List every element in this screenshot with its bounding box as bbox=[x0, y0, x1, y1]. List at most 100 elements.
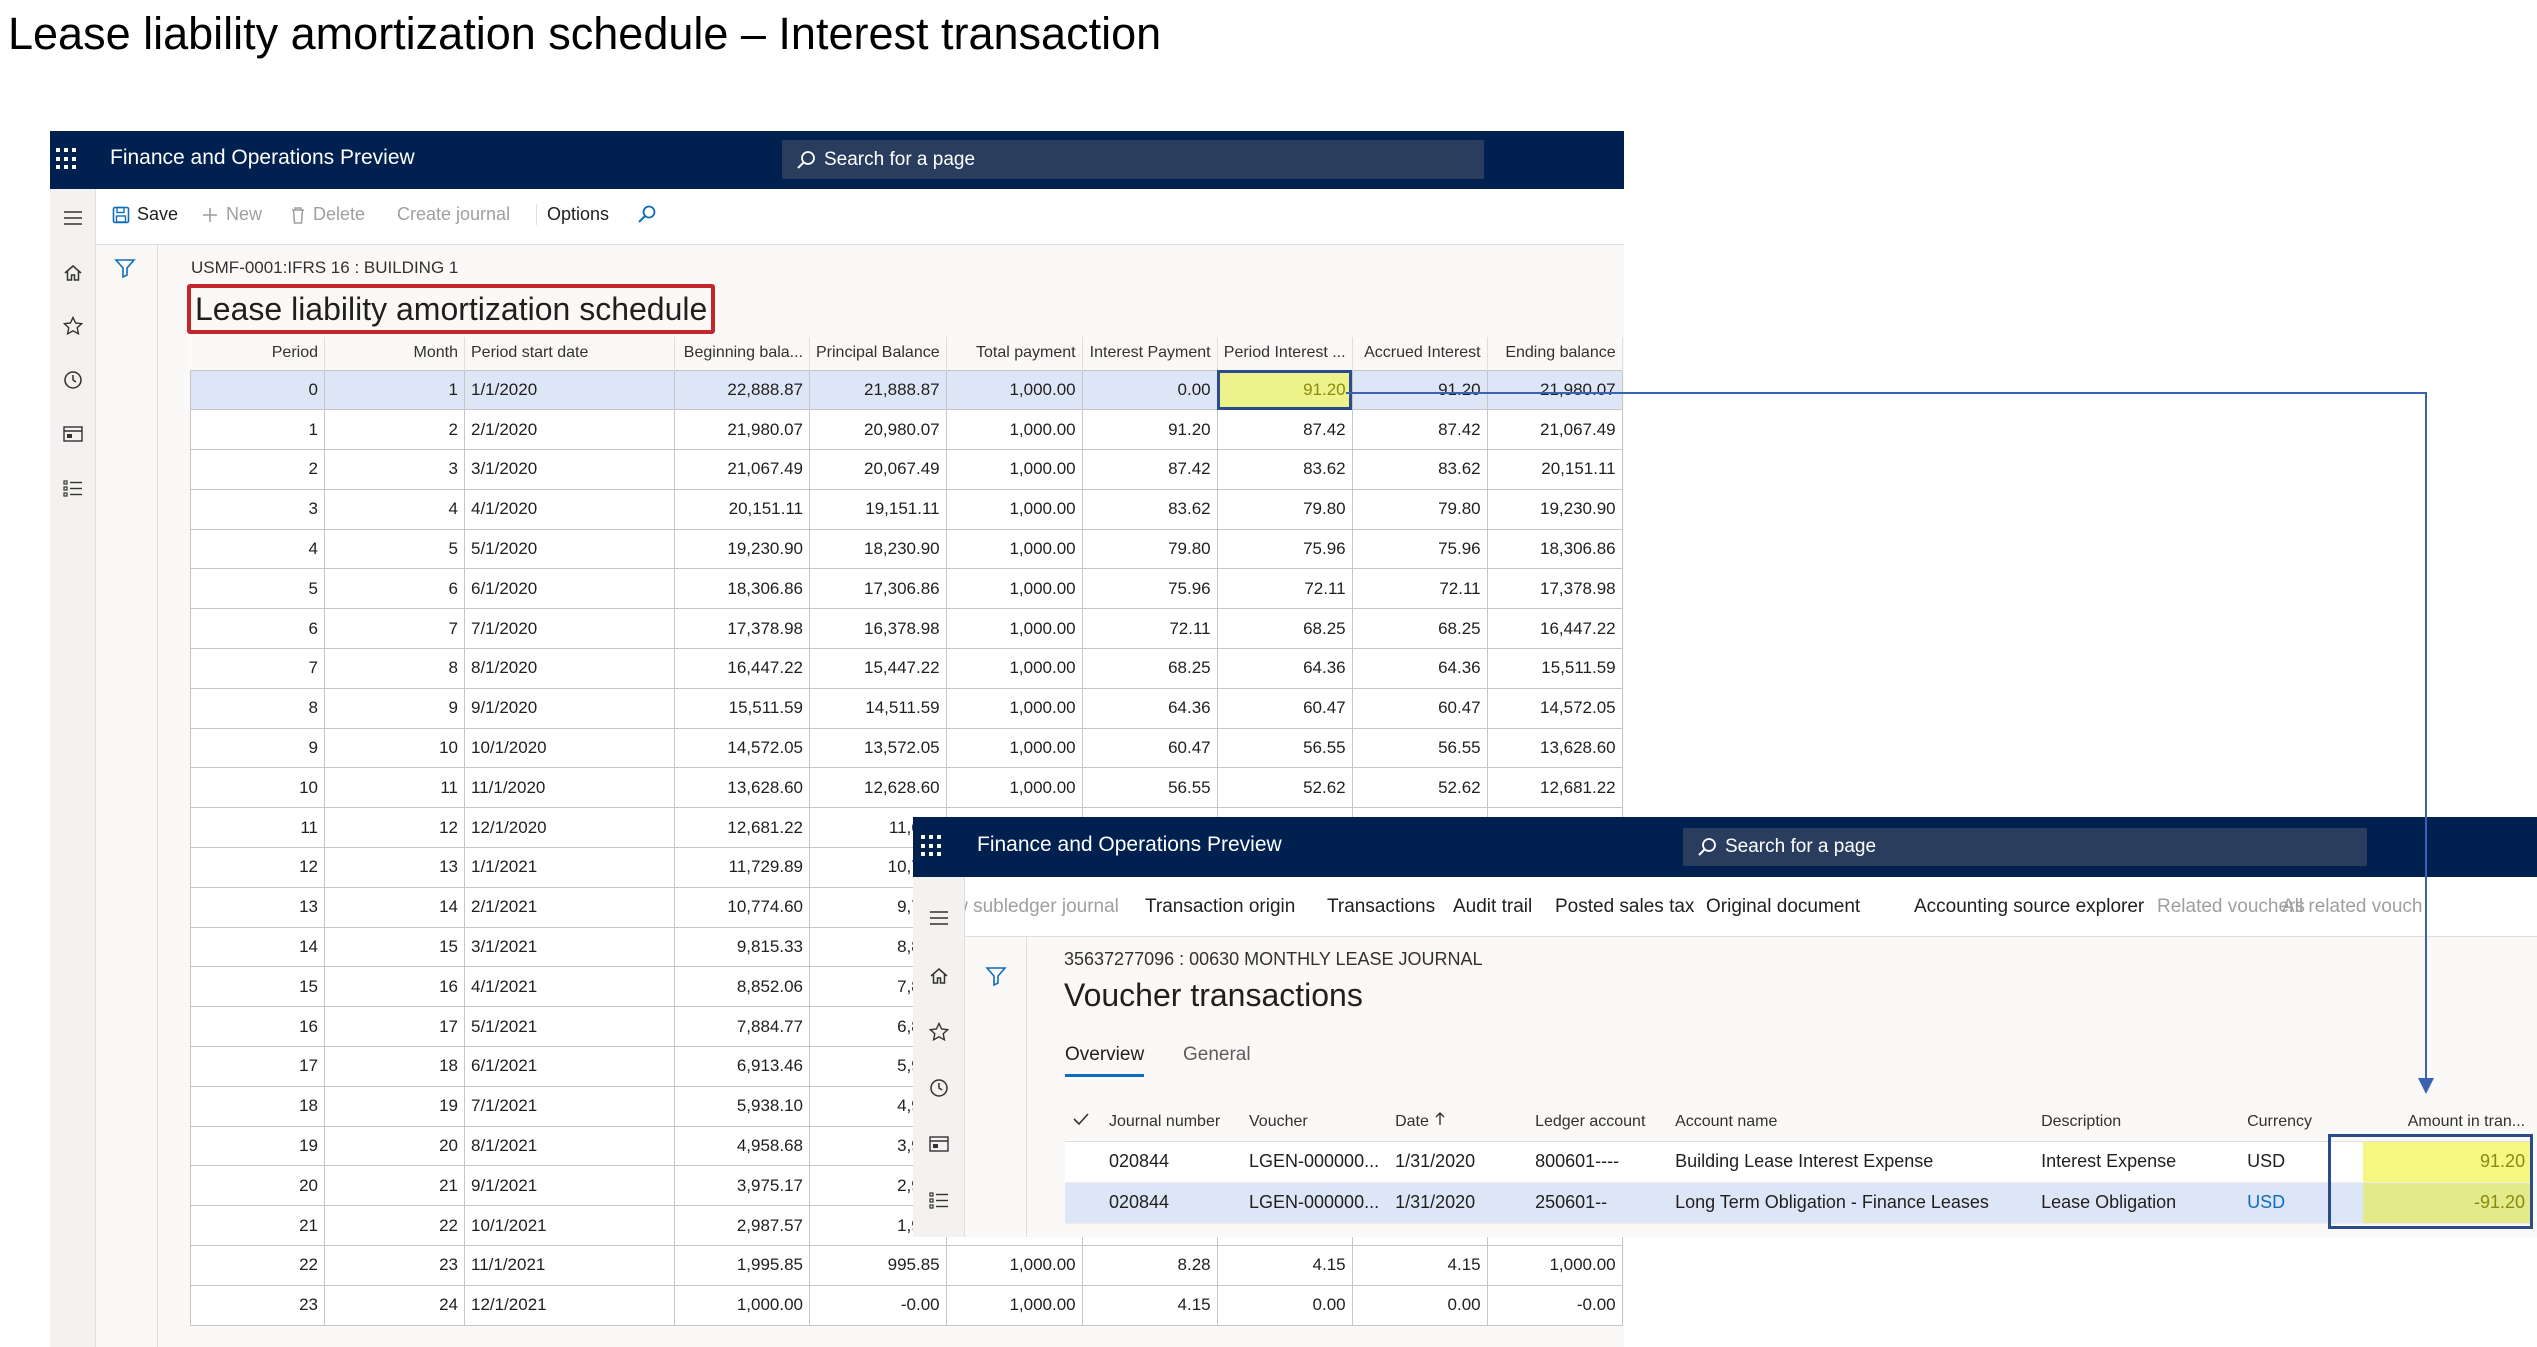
table-cell[interactable]: -91.20 bbox=[2363, 1182, 2534, 1224]
table-cell[interactable]: 75.96 bbox=[1351, 528, 1488, 570]
table-cell[interactable]: 60.47 bbox=[1081, 727, 1218, 769]
table-cell[interactable]: 0.00 bbox=[1216, 1284, 1353, 1326]
table-cell[interactable]: LGEN-000000... bbox=[1241, 1141, 1388, 1183]
table-cell[interactable]: 79.80 bbox=[1216, 488, 1353, 530]
column-header[interactable]: Description bbox=[2033, 1103, 2240, 1142]
table-cell[interactable]: 87.42 bbox=[1081, 449, 1218, 490]
table-cell[interactable]: 2 bbox=[324, 409, 465, 451]
table-cell[interactable]: -0.00 bbox=[809, 1284, 947, 1326]
table-cell[interactable]: 13 bbox=[190, 886, 325, 928]
clock-icon[interactable] bbox=[62, 369, 84, 391]
table-cell[interactable]: 1,000.00 bbox=[945, 488, 1083, 530]
table-cell[interactable]: 21,067.49 bbox=[674, 449, 810, 490]
table-cell[interactable]: 8/1/2020 bbox=[464, 648, 675, 689]
table-cell[interactable]: 1,000.00 bbox=[945, 409, 1083, 451]
table-cell[interactable]: 1,000.00 bbox=[945, 528, 1083, 570]
table-cell[interactable]: 21,980.07 bbox=[674, 409, 810, 451]
column-header[interactable]: Currency bbox=[2239, 1103, 2364, 1142]
table-cell[interactable]: 4/1/2021 bbox=[464, 966, 675, 1008]
table-cell[interactable]: 19 bbox=[190, 1125, 325, 1167]
table-cell[interactable]: 17,378.98 bbox=[674, 608, 810, 650]
table-cell[interactable]: Building Lease Interest Expense bbox=[1667, 1141, 2034, 1183]
column-header[interactable]: Accrued Interest bbox=[1352, 337, 1488, 370]
table-cell[interactable]: 9/1/2021 bbox=[464, 1165, 675, 1207]
table-cell[interactable]: Lease Obligation bbox=[2033, 1182, 2240, 1224]
table-cell[interactable]: 68.25 bbox=[1081, 648, 1218, 689]
table-cell[interactable]: 12/1/2020 bbox=[464, 807, 675, 849]
table-cell[interactable]: 19,151.11 bbox=[809, 488, 947, 530]
column-header[interactable]: Date bbox=[1387, 1103, 1528, 1142]
table-cell[interactable]: 1 bbox=[324, 369, 465, 411]
table-cell[interactable]: 12 bbox=[324, 807, 465, 849]
table-cell[interactable]: 56.55 bbox=[1081, 767, 1218, 809]
table-cell[interactable]: 18,306.86 bbox=[1486, 528, 1623, 570]
table-cell[interactable]: 64.36 bbox=[1081, 687, 1218, 729]
home-icon[interactable] bbox=[928, 965, 950, 987]
table-cell[interactable]: 020844 bbox=[1101, 1182, 1241, 1224]
table-cell[interactable]: 7,884.77 bbox=[674, 1006, 810, 1048]
options-tab[interactable]: Options bbox=[536, 204, 609, 225]
table-cell[interactable]: 79.80 bbox=[1351, 488, 1488, 530]
table-cell[interactable]: -0.00 bbox=[1486, 1284, 1623, 1326]
table-cell[interactable]: 13,572.05 bbox=[809, 727, 947, 769]
table-cell[interactable]: 79.80 bbox=[1081, 528, 1218, 570]
table-row[interactable]: 7 8 8/1/2020 16,447.22 15,447.22 1,000.00 68.2… bbox=[190, 648, 1623, 689]
table-cell[interactable]: 12/1/2021 bbox=[464, 1284, 675, 1326]
table-cell[interactable]: 7/1/2020 bbox=[464, 608, 675, 650]
table-cell[interactable]: 3 bbox=[324, 449, 465, 490]
table-cell[interactable]: 91.20 bbox=[1081, 409, 1218, 451]
table-cell[interactable]: 250601-- bbox=[1527, 1182, 1668, 1224]
table-cell[interactable]: 24 bbox=[324, 1284, 465, 1326]
table-cell[interactable]: 10,774.60 bbox=[674, 886, 810, 928]
table-cell[interactable]: 1/31/2020 bbox=[1387, 1182, 1528, 1224]
table-cell[interactable]: 9 bbox=[324, 687, 465, 729]
table-cell[interactable]: 21 bbox=[190, 1205, 325, 1247]
table-cell[interactable]: 6,913.46 bbox=[674, 1046, 810, 1087]
table-cell[interactable]: 19 bbox=[324, 1085, 465, 1127]
table-row[interactable]: 2 3 3/1/2020 21,067.49 20,067.49 1,000.00 87.4… bbox=[190, 449, 1623, 490]
table-cell[interactable]: 18 bbox=[190, 1085, 325, 1127]
table-cell[interactable]: USD bbox=[2239, 1182, 2364, 1224]
action-all-related-vouch[interactable]: All related vouch bbox=[2282, 896, 2422, 918]
column-header[interactable]: Principal Balance bbox=[809, 337, 947, 370]
table-cell[interactable]: 1,000.00 bbox=[945, 1245, 1083, 1286]
table-cell[interactable]: 17,378.98 bbox=[1486, 568, 1623, 610]
table-cell[interactable]: 52.62 bbox=[1216, 767, 1353, 809]
action-posted-sales-tax[interactable]: Posted sales tax bbox=[1555, 896, 1694, 918]
table-cell[interactable]: 4.15 bbox=[1216, 1245, 1353, 1286]
table-cell[interactable]: 87.42 bbox=[1216, 409, 1353, 451]
table-cell[interactable]: 3/1/2020 bbox=[464, 449, 675, 490]
table-cell[interactable]: 020844 bbox=[1101, 1141, 1241, 1183]
table-cell[interactable]: 16 bbox=[190, 1006, 325, 1048]
table-cell[interactable]: 21 bbox=[324, 1165, 465, 1207]
table-cell[interactable]: 15,511.59 bbox=[1486, 648, 1623, 689]
table-row[interactable]: 020844 LGEN-000000... 1/31/2020 800601---- B… bbox=[1065, 1141, 2534, 1183]
table-cell[interactable]: 1,000.00 bbox=[674, 1284, 810, 1326]
table-cell[interactable]: 6/1/2021 bbox=[464, 1046, 675, 1087]
table-cell[interactable]: 1,000.00 bbox=[945, 767, 1083, 809]
table-cell[interactable]: 4.15 bbox=[1351, 1245, 1488, 1286]
table-cell[interactable]: 1,000.00 bbox=[945, 608, 1083, 650]
table-row[interactable]: 0 1 1/1/2020 22,888.87 21,888.87 1,000.00 0.00… bbox=[190, 369, 1623, 411]
table-cell[interactable]: 10 bbox=[190, 767, 325, 809]
table-cell[interactable]: 22 bbox=[324, 1205, 465, 1247]
table-cell[interactable]: 7 bbox=[190, 648, 325, 689]
table-cell[interactable]: Interest Expense bbox=[2033, 1141, 2240, 1183]
table-cell[interactable]: 8 bbox=[324, 648, 465, 689]
table-cell[interactable]: 0 bbox=[190, 369, 325, 411]
table-cell[interactable]: 15,511.59 bbox=[674, 687, 810, 729]
table-cell[interactable]: 13 bbox=[324, 847, 465, 888]
row-selector[interactable] bbox=[1065, 1141, 1101, 1183]
row-selector[interactable] bbox=[1065, 1182, 1101, 1224]
filter-icon[interactable] bbox=[985, 965, 1007, 992]
table-cell[interactable]: 64.36 bbox=[1351, 648, 1488, 689]
table-cell[interactable]: 10 bbox=[324, 727, 465, 769]
tab-general[interactable]: General bbox=[1183, 1044, 1251, 1074]
star-icon[interactable] bbox=[62, 315, 84, 337]
column-header[interactable]: Ledger account bbox=[1527, 1103, 1668, 1142]
table-cell[interactable]: 72.11 bbox=[1081, 608, 1218, 650]
table-cell[interactable]: 1,995.85 bbox=[674, 1245, 810, 1286]
table-cell[interactable]: 4/1/2020 bbox=[464, 488, 675, 530]
table-row[interactable]: 4 5 5/1/2020 19,230.90 18,230.90 1,000.00 79.8… bbox=[190, 528, 1623, 570]
table-cell[interactable]: 11/1/2021 bbox=[464, 1245, 675, 1286]
